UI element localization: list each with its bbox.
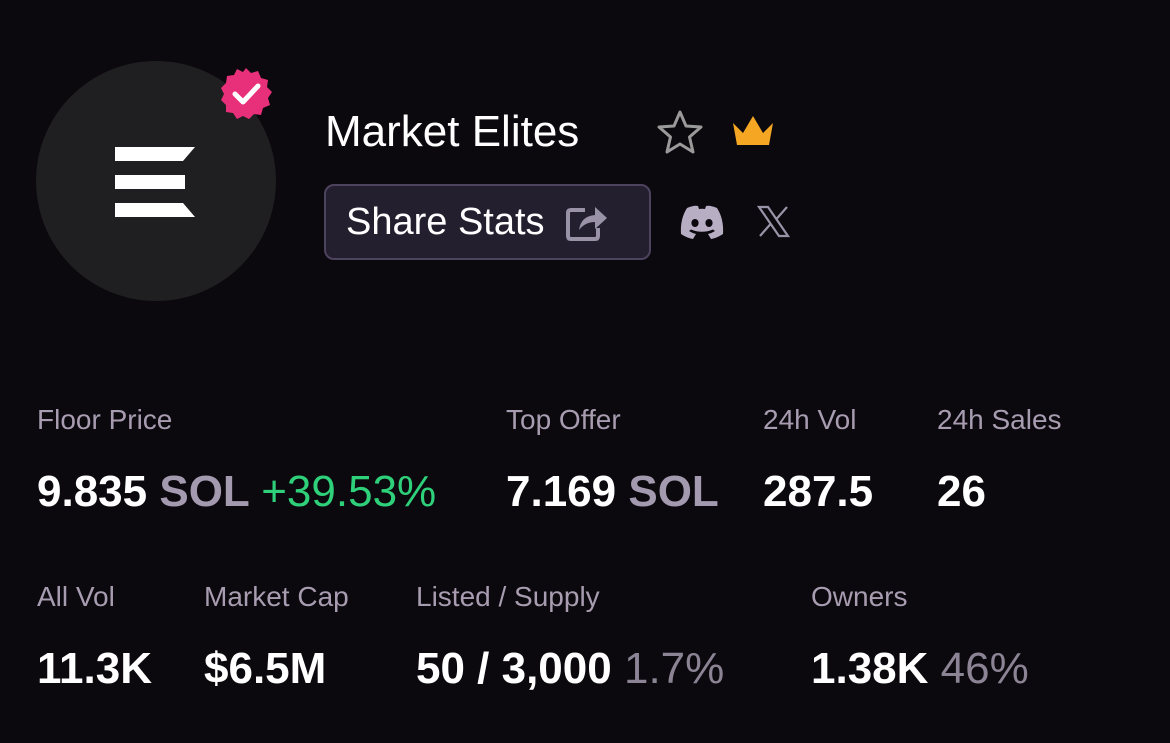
owners-value: 1.38K: [811, 644, 929, 693]
all-vol-value: 11.3K: [37, 644, 152, 693]
sales-24h-label: 24h Sales: [937, 404, 1062, 435]
owners-label: Owners: [811, 581, 908, 612]
collection-title: Market Elites: [325, 107, 580, 156]
x-icon[interactable]: [757, 205, 790, 238]
top-offer-label: Top Offer: [506, 404, 621, 435]
listed-supply-value: 50 / 3,000: [416, 644, 612, 693]
star-icon[interactable]: [655, 108, 705, 156]
share-stats-label: Share Stats: [346, 200, 545, 243]
discord-icon[interactable]: [679, 204, 725, 240]
top-offer-value-group: 7.169 SOL: [506, 466, 719, 518]
vol-24h-value: 287.5: [763, 467, 874, 516]
collection-stats-page: Market Elites Share Stats Floor Price 9.…: [0, 0, 1170, 743]
floor-price-value: 9.835: [37, 467, 148, 516]
top-offer-value: 7.169: [506, 467, 617, 516]
top-offer-unit: SOL: [628, 467, 719, 516]
share-stats-button[interactable]: Share Stats: [324, 184, 651, 260]
share-icon: [565, 207, 607, 241]
floor-price-value-group: 9.835 SOL +39.53%: [37, 466, 436, 518]
owners-value-group: 1.38K 46%: [811, 643, 1029, 695]
listed-supply-label: Listed / Supply: [416, 581, 600, 612]
floor-price-unit: SOL: [159, 467, 249, 516]
listed-pct: 1.7%: [623, 644, 725, 693]
floor-price-label: Floor Price: [37, 404, 173, 435]
sales-24h-value: 26: [937, 467, 986, 516]
collection-logo: [115, 147, 195, 217]
market-cap-value: $6.5M: [204, 644, 327, 693]
listed-supply-value-group: 50 / 3,000 1.7%: [416, 643, 724, 695]
crown-icon: [733, 116, 773, 145]
owners-pct: 46%: [940, 644, 1029, 693]
floor-price-change: +39.53%: [261, 467, 437, 516]
all-vol-label: All Vol: [37, 581, 115, 612]
market-cap-label: Market Cap: [204, 581, 349, 612]
vol-24h-label: 24h Vol: [763, 404, 857, 435]
verified-badge-icon: [221, 68, 272, 119]
